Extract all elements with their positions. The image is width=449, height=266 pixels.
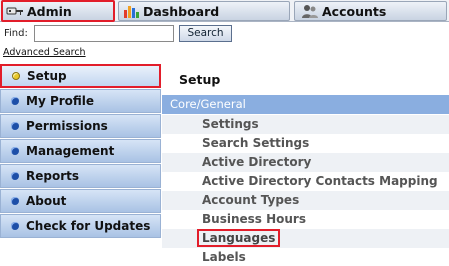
find-input[interactable] (34, 25, 174, 42)
search-button[interactable]: Search (179, 25, 232, 42)
nav-item-label: Setup (27, 69, 67, 83)
setup-panel: Setup Core/General Settings Search Setti… (162, 64, 449, 266)
top-tab-bar: Admin Dashboard Accounts (0, 0, 449, 22)
setting-item-business-hours[interactable]: Business Hours (162, 210, 449, 229)
nav-item-check-for-updates[interactable]: Check for Updates (0, 214, 161, 238)
setting-item-label: Languages (197, 229, 281, 247)
bullet-icon (11, 172, 19, 180)
nav-item-label: Check for Updates (26, 219, 151, 233)
tab-accounts-label: Accounts (322, 3, 387, 19)
tab-admin[interactable]: Admin (1, 0, 115, 22)
section-header: Core/General (162, 95, 449, 114)
nav-item-label: Reports (26, 169, 80, 183)
setting-item-label: Search Settings (202, 136, 310, 150)
setting-item-labels[interactable]: Labels (162, 248, 449, 266)
bullet-icon (11, 97, 19, 105)
nav-item-label: My Profile (26, 94, 95, 108)
tab-dashboard-label: Dashboard (143, 3, 220, 19)
setting-item-search-settings[interactable]: Search Settings (162, 134, 449, 153)
page-title: Setup (179, 72, 221, 87)
setting-item-label: Active Directory Contacts Mapping (202, 174, 438, 188)
bar-chart-icon (124, 6, 139, 18)
nav-item-setup[interactable]: Setup (0, 64, 161, 88)
setting-item-languages[interactable]: Languages (162, 229, 449, 248)
find-label: Find: (4, 28, 28, 39)
setting-item-ad-contacts-mapping[interactable]: Active Directory Contacts Mapping (162, 172, 449, 191)
bullet-icon (11, 197, 19, 205)
setting-item-label: Account Types (202, 193, 300, 207)
tab-accounts[interactable]: Accounts (294, 1, 447, 21)
nav-item-about[interactable]: About (0, 189, 161, 213)
bullet-icon (12, 72, 20, 80)
bullet-icon (11, 222, 19, 230)
nav-item-management[interactable]: Management (0, 139, 161, 163)
nav-item-label: About (26, 194, 67, 208)
nav-item-my-profile[interactable]: My Profile (0, 89, 161, 113)
nav-item-permissions[interactable]: Permissions (0, 114, 161, 138)
tab-dashboard[interactable]: Dashboard (118, 1, 290, 21)
setting-item-label: Active Directory (202, 155, 312, 169)
settings-list: Settings Search Settings Active Director… (162, 115, 449, 266)
people-icon (302, 5, 318, 18)
bullet-icon (11, 122, 19, 130)
find-row: Find: Search (0, 23, 449, 45)
nav-item-label: Management (26, 144, 115, 158)
setting-item-account-types[interactable]: Account Types (162, 191, 449, 210)
setting-item-label: Settings (202, 117, 259, 131)
tab-admin-label: Admin (27, 3, 72, 19)
setting-item-label: Business Hours (202, 212, 306, 226)
setting-item-settings[interactable]: Settings (162, 115, 449, 134)
advanced-search-link[interactable]: Advanced Search (3, 47, 86, 58)
nav-item-reports[interactable]: Reports (0, 164, 161, 188)
setting-item-label: Labels (202, 250, 246, 264)
left-nav: Setup My Profile Permissions Management … (0, 64, 161, 239)
key-icon (6, 7, 23, 15)
nav-item-label: Permissions (26, 119, 108, 133)
bullet-icon (11, 147, 19, 155)
setting-item-active-directory[interactable]: Active Directory (162, 153, 449, 172)
